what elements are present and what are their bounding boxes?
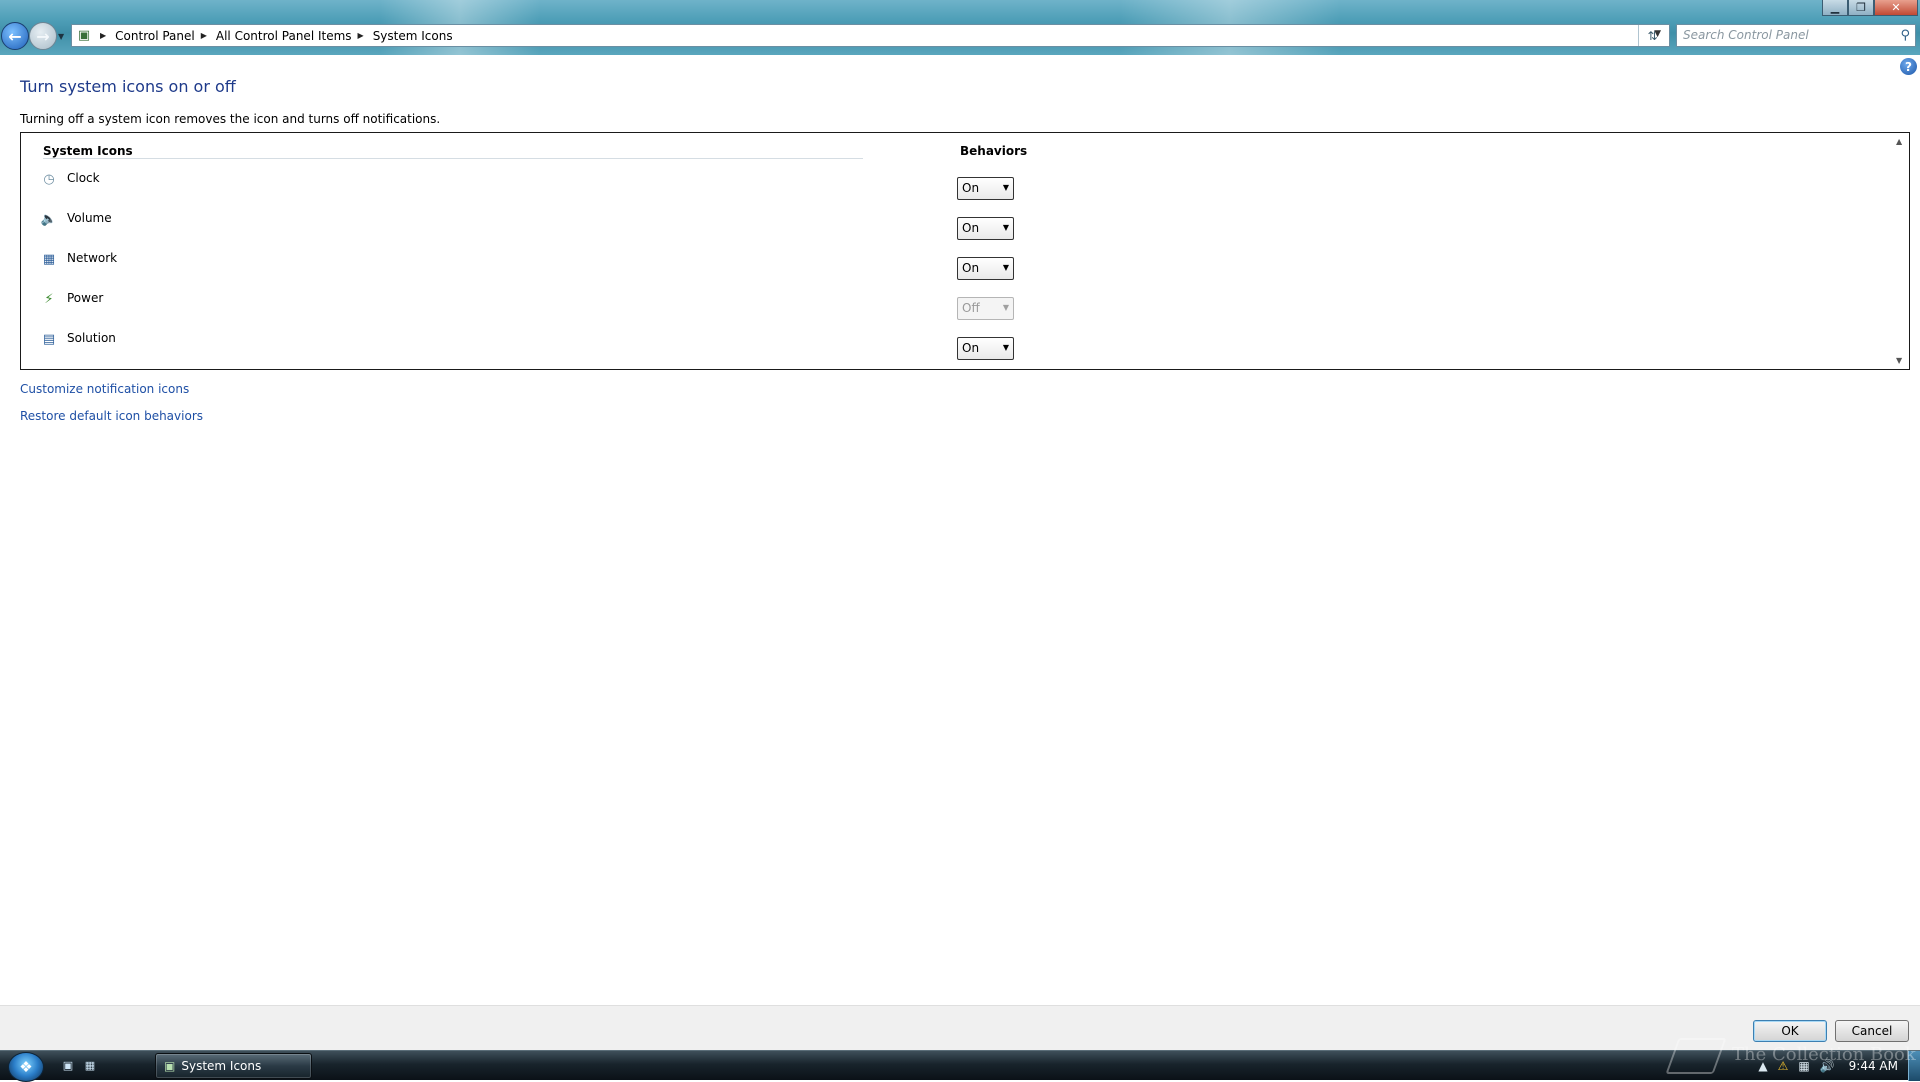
refresh-button[interactable]: ⇅ [1638, 25, 1666, 46]
taskbar-item-system-icons[interactable]: ▣ System Icons [155, 1053, 312, 1079]
power-behavior-select[interactable]: Off ▼ [957, 297, 1014, 320]
control-panel-icon: ▣ [77, 28, 91, 43]
cancel-button[interactable]: Cancel [1835, 1020, 1909, 1042]
minimize-button[interactable]: ▁ [1822, 0, 1848, 16]
list-item-solution: ▤ Solution On ▼ [21, 327, 1881, 367]
scroll-down-icon[interactable]: ▼ [1896, 356, 1902, 365]
recent-pages-dropdown[interactable]: ▼ [58, 32, 64, 41]
dialog-footer: OK Cancel [0, 1005, 1920, 1050]
window-titlebar: ▁ ❐ ✕ ← → ▼ ▣ ▶ Control Panel ▶ All Cont… [0, 0, 1920, 55]
back-button[interactable]: ← [1, 22, 29, 50]
clock-icon: ◷ [43, 171, 55, 187]
forward-button[interactable]: → [29, 22, 57, 50]
solution-behavior-select[interactable]: On ▼ [957, 337, 1014, 360]
page-title: Turn system icons on or off [20, 77, 236, 96]
chevron-down-icon: ▼ [1002, 303, 1009, 312]
list-scrollbar[interactable]: ▲ ▼ [1892, 133, 1909, 369]
system-icons-list: System Icons Behaviors ◷ Clock On ▼ 🔈 Vo… [20, 132, 1910, 370]
search-icon[interactable]: ⚲ [1900, 28, 1910, 43]
column-header-behaviors: Behaviors [960, 144, 1028, 158]
list-item-power: ⚡ Power Off ▼ [21, 287, 1881, 327]
breadcrumb-control-panel[interactable]: Control Panel [115, 29, 195, 43]
power-icon: ⚡ [44, 291, 54, 307]
page-description: Turning off a system icon removes the ic… [20, 112, 441, 126]
windows-logo-icon: ❖ [19, 1058, 33, 1076]
arrow-left-icon: ← [8, 26, 22, 46]
breadcrumb-separator[interactable]: ▶ [100, 31, 106, 40]
row-label: Clock [67, 171, 100, 185]
header-divider [43, 158, 863, 159]
list-item-network: ▦ Network On ▼ [21, 247, 1881, 287]
breadcrumb-all-control-panel-items[interactable]: All Control Panel Items [216, 29, 352, 43]
close-button[interactable]: ✕ [1874, 0, 1918, 16]
start-button[interactable]: ❖ [8, 1052, 44, 1082]
row-label: Solution [67, 331, 116, 345]
list-item-volume: 🔈 Volume On ▼ [21, 207, 1881, 247]
breadcrumb-separator[interactable]: ▶ [358, 31, 364, 40]
solution-icon: ▤ [42, 331, 56, 347]
network-behavior-select[interactable]: On ▼ [957, 257, 1014, 280]
breadcrumb-system-icons[interactable]: System Icons [373, 29, 453, 43]
volume-behavior-select[interactable]: On ▼ [957, 217, 1014, 240]
column-header-system-icons: System Icons [43, 144, 133, 158]
row-label: Power [67, 291, 104, 305]
chevron-down-icon: ▼ [1002, 183, 1009, 192]
address-bar[interactable]: ▣ ▶ Control Panel ▶ All Control Panel It… [71, 24, 1670, 47]
customize-notification-icons-link[interactable]: Customize notification icons [20, 382, 189, 396]
taskbar: ❖ ▣ ▦ ▣ System Icons ▲ ⚠ ▦ 🔊 9:44 AM [0, 1050, 1920, 1082]
chevron-down-icon: ▼ [1002, 223, 1009, 232]
clock-behavior-select[interactable]: On ▼ [957, 177, 1014, 200]
list-item-clock: ◷ Clock On ▼ [21, 167, 1881, 207]
volume-icon: 🔈 [40, 211, 58, 227]
network-icon: ▦ [42, 251, 56, 267]
row-label: Network [67, 251, 118, 265]
chevron-down-icon: ▼ [1002, 343, 1009, 352]
restore-button[interactable]: ❐ [1848, 0, 1874, 16]
switch-windows-icon[interactable]: ▦ [82, 1059, 98, 1072]
ok-button[interactable]: OK [1753, 1020, 1827, 1042]
show-desktop-quick-icon[interactable]: ▣ [60, 1059, 76, 1072]
window-controls: ▁ ❐ ✕ [1822, 0, 1918, 16]
restore-default-icon-behaviors-link[interactable]: Restore default icon behaviors [20, 409, 203, 423]
control-panel-icon: ▣ [164, 1059, 176, 1073]
scroll-up-icon[interactable]: ▲ [1896, 137, 1902, 146]
chevron-down-icon: ▼ [1002, 263, 1009, 272]
row-label: Volume [67, 211, 112, 225]
refresh-icon: ⇅ [1647, 28, 1658, 43]
arrow-right-icon: → [36, 26, 50, 46]
watermark: The Collection Book [1732, 1044, 1916, 1065]
breadcrumb-separator[interactable]: ▶ [201, 31, 207, 40]
search-input[interactable]: Search Control Panel ⚲ [1676, 24, 1916, 47]
help-icon[interactable]: ? [1900, 58, 1917, 75]
